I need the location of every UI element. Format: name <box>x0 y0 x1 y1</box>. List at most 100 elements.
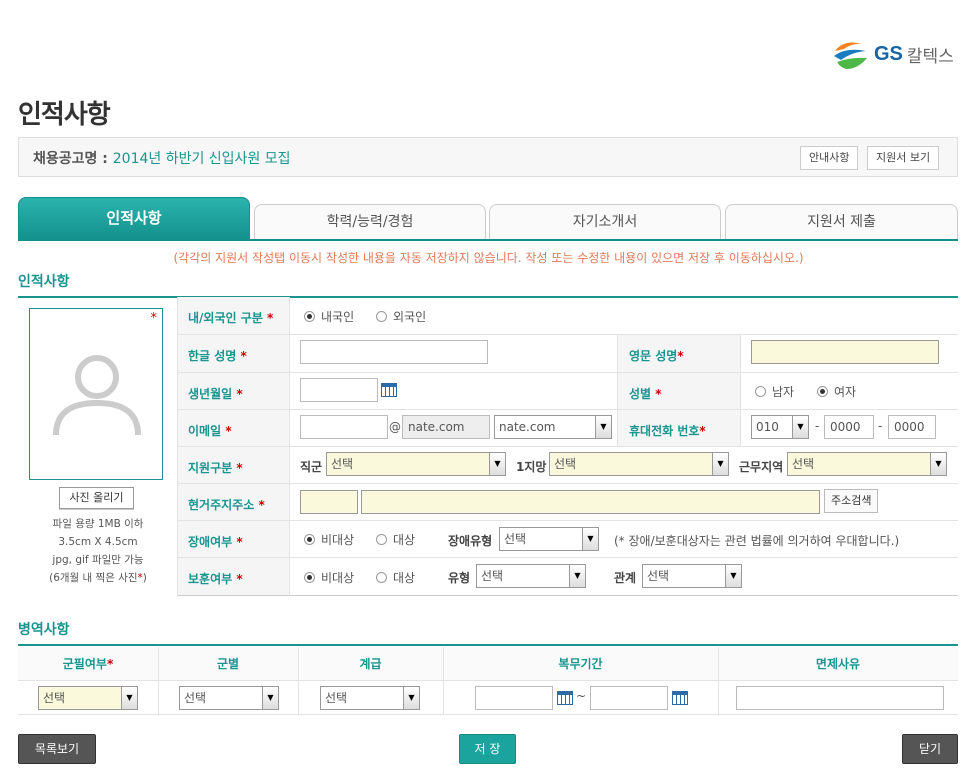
phone-last-input[interactable]: 0000 <box>888 415 936 439</box>
relation-select[interactable]: 선택 ▼ <box>642 564 742 588</box>
logo-caltex-text: 칼텍스 <box>906 46 954 67</box>
email-domain-input[interactable]: nate.com <box>402 415 490 439</box>
select-value: 선택 <box>504 532 527 546</box>
nationality-label: 내/외국인 구분 * <box>188 309 273 326</box>
tab-submit[interactable]: 지원서 제출 <box>725 204 958 240</box>
chevron-down-icon: ▼ <box>712 453 728 475</box>
disability-label: 장애여부 * <box>188 533 243 550</box>
form-row <box>178 297 958 335</box>
email-at-sign: @ <box>389 420 401 434</box>
radio-checked-icon <box>304 534 315 545</box>
required-mark: * <box>236 572 243 586</box>
col-header-period: 복무기간 <box>558 657 603 671</box>
save-button[interactable]: 저 장 <box>459 734 516 764</box>
disability-no-radio[interactable]: 비대상 <box>304 531 354 548</box>
photo-requirements: 파일 용량 1MB 이하 3.5cm X 4.5cm jpg, gif 파일만 … <box>28 515 168 587</box>
logo-gs-text: GS <box>874 42 903 65</box>
chevron-down-icon: ▼ <box>930 453 946 475</box>
veteran-type-select[interactable]: 선택 ▼ <box>476 564 586 588</box>
english-name-label-text: 영문 성명 <box>629 349 678 363</box>
exemption-reason-input[interactable] <box>736 686 944 710</box>
zipcode-input[interactable] <box>300 490 358 514</box>
birthdate-label-text: 생년월일 <box>188 387 233 401</box>
select-value: 선택 <box>325 691 348 705</box>
period-from-input[interactable] <box>475 686 553 710</box>
chevron-down-icon: ▼ <box>121 687 137 709</box>
gender-male-radio[interactable]: 남자 <box>755 383 794 400</box>
military-table-header: 군필여부* 군별 계급 복무기간 면제사유 <box>18 647 958 681</box>
select-value: 선택 <box>647 569 670 583</box>
column-divider <box>740 335 741 446</box>
address-input[interactable] <box>361 490 820 514</box>
radio-unchecked-icon <box>755 386 766 397</box>
section-title-personal: 인적사항 <box>18 274 70 290</box>
page-title: 인적사항 <box>18 100 111 130</box>
tab-self-intro[interactable]: 자기소개서 <box>489 204 721 240</box>
english-name-input[interactable] <box>751 340 939 364</box>
required-mark: * <box>236 387 243 401</box>
column-divider <box>289 297 290 596</box>
first-choice-select[interactable]: 선택 ▼ <box>549 452 729 476</box>
veteran-type-label: 유형 <box>448 571 471 585</box>
view-application-button[interactable]: 지원서 보기 <box>867 146 940 170</box>
veteran-label-text: 보훈여부 <box>188 572 233 586</box>
disability-type-select[interactable]: 선택 ▼ <box>499 527 599 551</box>
korean-name-input[interactable] <box>300 340 488 364</box>
radio-label: 남자 <box>772 385 795 399</box>
photo-note-size: 파일 용량 1MB 이하 <box>52 518 144 530</box>
select-value: 선택 <box>554 457 577 471</box>
avatar-placeholder-icon <box>53 355 141 436</box>
job-group-select[interactable]: 선택 ▼ <box>326 452 506 476</box>
calendar-icon[interactable] <box>672 691 688 705</box>
photo-note-recent: (6개월 내 찍은 사진*) <box>28 569 168 587</box>
nationality-foreign-radio[interactable]: 외국인 <box>376 308 426 325</box>
radio-checked-icon <box>304 572 315 583</box>
required-mark: * <box>236 535 243 549</box>
phone-prefix-select[interactable]: 010 ▼ <box>751 415 809 439</box>
disability-yes-radio[interactable]: 대상 <box>376 531 415 548</box>
calendar-icon[interactable] <box>381 383 397 397</box>
col-header-text: 군필여부 <box>62 657 107 671</box>
autosave-warning: (각각의 지원서 작성탭 이동시 작성한 내용을 자동 저장하지 않습니다. 작… <box>173 251 804 265</box>
list-view-button[interactable]: 목록보기 <box>18 734 96 764</box>
address-search-button[interactable]: 주소검색 <box>824 489 879 513</box>
required-mark: * <box>240 349 247 363</box>
email-label: 이메일 * <box>188 422 232 439</box>
email-label-text: 이메일 <box>188 424 222 438</box>
select-value: 010 <box>756 420 779 434</box>
work-region-label: 근무지역 <box>739 460 784 474</box>
relation-label: 관계 <box>614 571 637 585</box>
photo-note-close: ) <box>142 572 147 584</box>
service-status-select[interactable]: 선택 ▼ <box>38 686 138 710</box>
email-id-input[interactable] <box>300 415 388 439</box>
phone-middle-input[interactable]: 0000 <box>824 415 874 439</box>
work-region-select[interactable]: 선택 ▼ <box>787 452 947 476</box>
phone-label: 휴대전화 번호* <box>629 422 706 439</box>
veteran-no-radio[interactable]: 비대상 <box>304 569 354 586</box>
radio-checked-icon <box>817 386 828 397</box>
gender-label: 성별 * <box>629 385 662 402</box>
tab-education[interactable]: 학력/능력/경험 <box>254 204 486 240</box>
photo-box[interactable]: * <box>29 308 163 480</box>
period-to-input[interactable] <box>590 686 668 710</box>
nationality-domestic-radio[interactable]: 내국인 <box>304 308 354 325</box>
photo-note-recent-text: (6개월 내 찍은 사진 <box>49 572 138 584</box>
rank-select[interactable]: 선택 ▼ <box>320 686 420 710</box>
email-domain-select[interactable]: nate.com ▼ <box>494 415 612 439</box>
branch-select[interactable]: 선택 ▼ <box>179 686 279 710</box>
radio-unchecked-icon <box>376 311 387 322</box>
close-button[interactable]: 닫기 <box>902 734 958 764</box>
gender-female-radio[interactable]: 여자 <box>817 383 856 400</box>
tab-personal-info[interactable]: 인적사항 <box>18 197 250 240</box>
first-choice-label: 1지망 <box>516 460 547 474</box>
birthdate-label: 생년월일 * <box>188 385 243 402</box>
guide-button[interactable]: 안내사항 <box>800 146 859 170</box>
gs-caltex-logo: GS 칼텍스 <box>832 34 962 74</box>
radio-label: 대상 <box>393 571 416 585</box>
upload-photo-button[interactable]: 사진 올리기 <box>59 487 134 509</box>
birthdate-input[interactable] <box>300 378 378 402</box>
korean-name-label-text: 한글 성명 <box>188 349 237 363</box>
required-mark: * <box>677 349 684 363</box>
calendar-icon[interactable] <box>557 691 573 705</box>
veteran-yes-radio[interactable]: 대상 <box>376 569 415 586</box>
